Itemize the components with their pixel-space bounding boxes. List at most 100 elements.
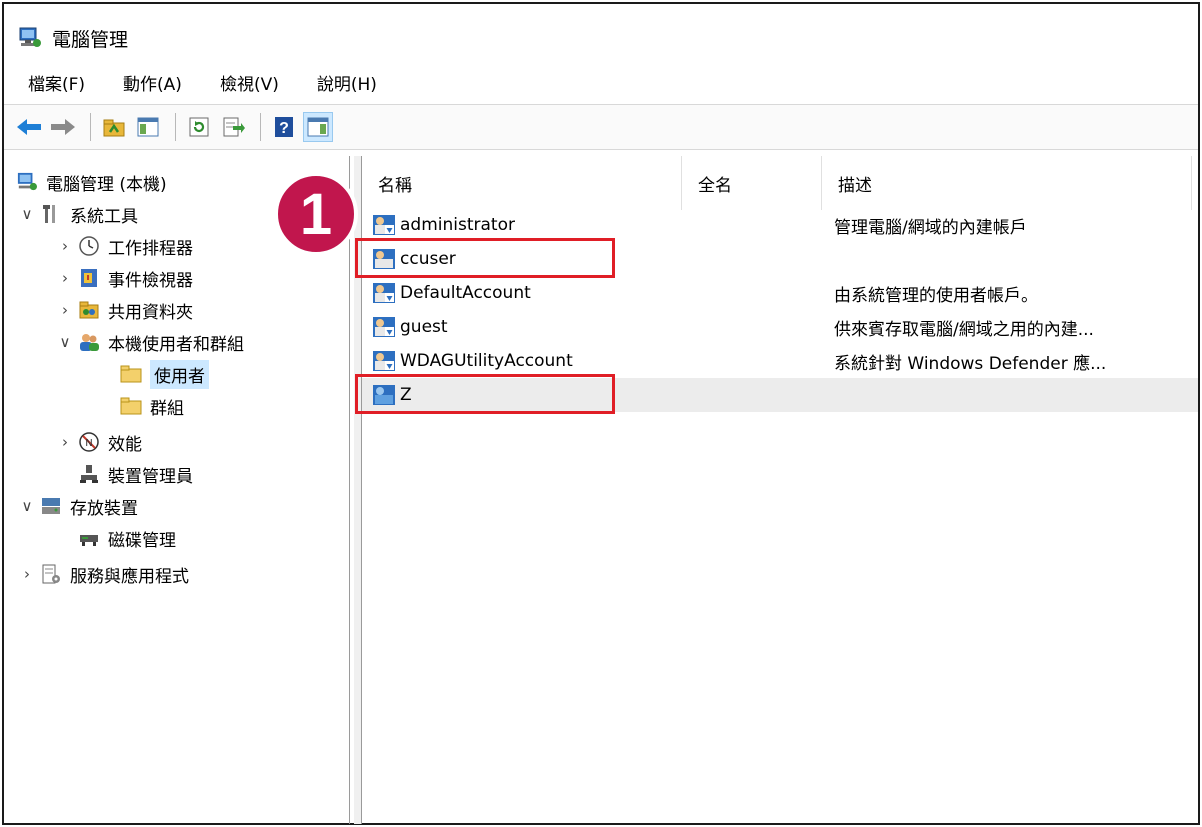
help-icon: ?: [275, 117, 293, 137]
user-name: WDAGUtilityAccount: [400, 351, 573, 371]
table-row[interactable]: administrator 管理電腦/網域的內建帳戶: [362, 208, 1198, 242]
tree-item-local-users-groups[interactable]: ∨ 本機使用者和群組: [56, 326, 245, 358]
navigation-tree: 電腦管理 (本機) ∨ 系統工具 › 工作排程器 › 事件檢視器 › 共用資料夾…: [4, 156, 350, 824]
services-apps-icon: [40, 563, 62, 585]
menu-bar: 檔案(F) 動作(A) 檢視(V) 說明(H): [4, 66, 1198, 98]
tree-item-device-manager[interactable]: 裝置管理員: [74, 458, 193, 490]
tree-label: 本機使用者和群組: [108, 334, 244, 355]
table-row[interactable]: DefaultAccount 由系統管理的使用者帳戶。: [362, 276, 1198, 310]
tree-label: 事件檢視器: [108, 270, 193, 291]
user-description: 系統針對 Windows Defender 應...: [834, 353, 1107, 374]
tree-item-performance[interactable]: › N 效能: [56, 426, 142, 458]
tree-item-shared-folders[interactable]: › 共用資料夾: [56, 294, 193, 326]
folder-icon: [120, 395, 142, 417]
tree-item-task-scheduler[interactable]: › 工作排程器: [56, 230, 193, 262]
chevron-right-icon[interactable]: ›: [56, 301, 74, 319]
tree-label: 存放裝置: [70, 498, 138, 519]
menu-view[interactable]: 檢視(V): [208, 70, 291, 95]
up-level-button[interactable]: [99, 112, 129, 142]
toolbar: ?: [4, 104, 1198, 150]
chevron-right-icon[interactable]: ›: [56, 433, 74, 451]
forward-button[interactable]: [48, 112, 78, 142]
shared-folder-icon: [78, 299, 100, 321]
tree-item-disk-management[interactable]: 磁碟管理: [74, 522, 176, 554]
tree-label: 群組: [150, 398, 184, 419]
tree-item-users[interactable]: 使用者: [116, 358, 209, 390]
tree-label: 系統工具: [70, 206, 138, 227]
menu-file[interactable]: 檔案(F): [16, 70, 97, 95]
user-description: 管理電腦/網域的內建帳戶: [834, 217, 1027, 238]
tree-label-selected: 使用者: [150, 359, 209, 389]
tree-label: 電腦管理 (本機): [46, 174, 167, 195]
chevron-right-icon[interactable]: ›: [56, 269, 74, 287]
table-row[interactable]: guest 供來賓存取電腦/網域之用的內建...: [362, 310, 1198, 344]
menu-action[interactable]: 動作(A): [111, 70, 194, 95]
device-manager-icon: [78, 463, 100, 485]
title-bar: 電腦管理: [18, 18, 128, 58]
column-header-full-name[interactable]: 全名: [682, 156, 822, 210]
user-name: DefaultAccount: [400, 283, 531, 303]
tree-item-storage[interactable]: ∨ 存放裝置: [18, 490, 139, 522]
chevron-right-icon[interactable]: ›: [18, 565, 36, 583]
tree-label: 共用資料夾: [108, 302, 193, 323]
back-arrow-icon: [17, 119, 41, 135]
export-list-icon: [223, 117, 245, 137]
tree-item-root[interactable]: 電腦管理 (本機): [12, 166, 167, 198]
refresh-button[interactable]: [184, 112, 214, 142]
tree-item-services-apps[interactable]: › 服務與應用程式: [18, 558, 189, 590]
back-button[interactable]: [14, 112, 44, 142]
svg-text:N: N: [85, 438, 92, 449]
clock-icon: [78, 235, 100, 257]
column-header-description[interactable]: 描述: [822, 156, 1192, 210]
tree-label: 效能: [108, 434, 142, 455]
tree-label: 磁碟管理: [108, 530, 176, 551]
performance-icon: N: [78, 431, 100, 453]
folder-icon: [120, 363, 142, 385]
table-row[interactable]: WDAGUtilityAccount 系統針對 Windows Defender…: [362, 344, 1198, 378]
show-hide-tree-button[interactable]: [133, 112, 163, 142]
forward-arrow-icon: [51, 119, 75, 135]
list-header: 名稱 全名 描述: [362, 156, 1198, 210]
users-groups-icon: [78, 331, 100, 353]
tools-icon: [40, 203, 62, 225]
user-name: guest: [400, 317, 448, 337]
user-account-icon: [373, 351, 395, 371]
svg-text:?: ?: [279, 120, 289, 137]
action-pane-button[interactable]: [303, 112, 333, 142]
event-viewer-icon: [78, 267, 100, 289]
tree-item-groups[interactable]: 群組: [116, 390, 184, 422]
chevron-down-icon[interactable]: ∨: [18, 497, 36, 515]
tree-label: 工作排程器: [108, 238, 193, 259]
storage-icon: [40, 495, 62, 517]
help-button[interactable]: ?: [269, 112, 299, 142]
highlight-box-ccuser: [355, 238, 615, 278]
computer-management-icon: [19, 27, 41, 47]
column-header-name[interactable]: 名稱: [362, 156, 682, 210]
window-title: 電腦管理: [52, 28, 129, 51]
tree-item-system-tools[interactable]: ∨ 系統工具: [18, 198, 138, 230]
disk-management-icon: [78, 527, 100, 549]
chevron-down-icon[interactable]: ∨: [18, 205, 36, 223]
chevron-down-icon[interactable]: ∨: [56, 333, 74, 351]
tree-label: 裝置管理員: [108, 466, 193, 487]
export-list-button[interactable]: [218, 112, 248, 142]
user-account-icon: [373, 283, 395, 303]
user-description: 供來賓存取電腦/網域之用的內建...: [834, 319, 1094, 340]
chevron-right-icon[interactable]: ›: [56, 237, 74, 255]
refresh-icon: [189, 117, 209, 137]
user-description: 由系統管理的使用者帳戶。: [834, 285, 1038, 306]
highlight-box-z: [355, 374, 615, 414]
show-hide-tree-icon: [137, 117, 159, 137]
menu-help[interactable]: 說明(H): [305, 70, 389, 95]
action-pane-icon: [307, 117, 329, 137]
user-account-icon: [373, 215, 395, 235]
toolbar-separator: [175, 113, 176, 141]
user-account-icon: [373, 317, 395, 337]
up-folder-icon: [103, 119, 125, 137]
tree-label: 服務與應用程式: [70, 566, 189, 587]
toolbar-separator: [90, 113, 91, 141]
computer-management-window: 電腦管理 檔案(F) 動作(A) 檢視(V) 說明(H) ? 電腦管理 (本機)…: [2, 2, 1200, 825]
user-name: administrator: [400, 215, 515, 235]
tree-item-event-viewer[interactable]: › 事件檢視器: [56, 262, 193, 294]
toolbar-separator: [260, 113, 261, 141]
